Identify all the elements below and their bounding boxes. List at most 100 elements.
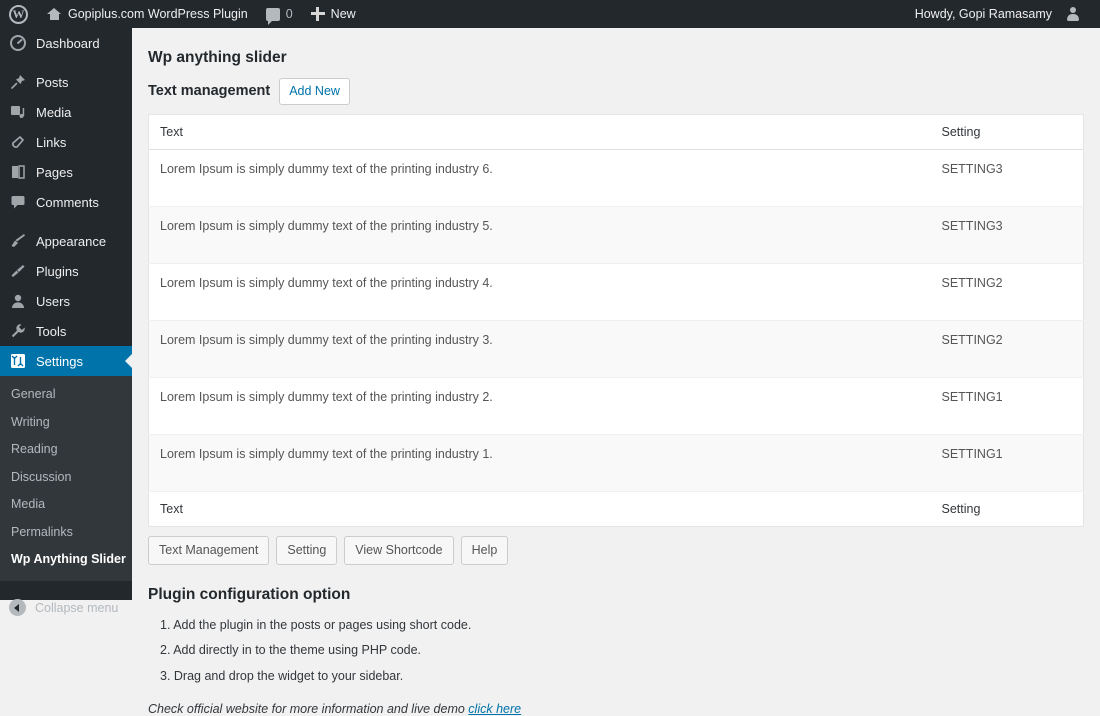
admin-sidebar: Dashboard Posts Media Links Pages Commen… [0,28,133,616]
pages-icon [9,163,27,181]
config-option-item: 3. Drag and drop the widget to your side… [160,668,404,683]
config-section-title: Plugin configuration option [148,585,351,603]
howdy-label: Howdy, Gopi Ramasamy [914,7,1052,21]
sidebar-item-label: Plugins [36,263,79,279]
new-label: New [330,7,356,21]
main-content: Wp anything slider Text management Add N… [132,28,1100,716]
config-option-item: 1. Add the plugin in the posts or pages … [160,617,472,632]
pin-icon [9,73,27,91]
dashboard-gauge-icon [9,34,27,52]
collapse-arrow-icon [9,599,26,616]
admin-bar: W Gopiplus.com WordPress Plugin 0 New Ho… [0,0,1100,28]
table-row[interactable]: Lorem Ipsum is simply dummy text of the … [148,434,1084,493]
text-management-table: Text Setting Lorem Ipsum is simply dummy… [148,114,1084,528]
view-shortcode-button[interactable]: View Shortcode [344,536,454,565]
site-name-menu[interactable]: Gopiplus.com WordPress Plugin [38,0,257,28]
sidebar-item-label: Links [36,134,67,150]
sidebar-item-plugins[interactable]: Plugins [0,256,132,286]
submenu-item-permalinks[interactable]: Permalinks [0,519,132,547]
click-here-link[interactable]: click here [468,702,521,716]
sidebar-item-appearance[interactable]: Appearance [0,226,132,256]
column-header-setting[interactable]: Setting [928,114,1084,151]
paintbrush-icon [9,232,27,250]
cell-text: Lorem Ipsum is simply dummy text of the … [148,434,929,493]
add-new-button[interactable]: Add New [279,77,350,106]
new-content-menu[interactable]: New [302,0,365,28]
sidebar-item-posts[interactable]: Posts [0,67,132,97]
table-row[interactable]: Lorem Ipsum is simply dummy text of the … [148,377,1084,436]
submenu-item-writing[interactable]: Writing [0,409,132,437]
text-management-button[interactable]: Text Management [148,536,270,565]
submenu-item-reading[interactable]: Reading [0,436,132,464]
settings-sliders-icon [9,352,27,370]
comments-count: 0 [285,7,293,21]
sidebar-item-label: Dashboard [36,35,100,51]
help-button[interactable]: Help [460,536,509,565]
submenu-item-wp-anything-slider[interactable]: Wp Anything Slider [0,546,132,574]
table-row[interactable]: Lorem Ipsum is simply dummy text of the … [148,206,1084,265]
cell-setting: SETTING3 [928,149,1084,208]
sidebar-item-label: Settings [36,353,83,369]
table-foot: Text Setting [148,491,1084,527]
table-head: Text Setting [148,114,1084,151]
sidebar-item-label: Appearance [36,233,107,249]
config-option-list: 1. Add the plugin in the posts or pages … [148,613,1084,689]
submenu-item-general[interactable]: General [0,381,132,409]
sidebar-item-label: Media [36,104,72,120]
site-name-label: Gopiplus.com WordPress Plugin [68,7,248,21]
sidebar-item-settings[interactable]: Settings [0,346,133,376]
sidebar-item-label: Pages [36,164,73,180]
comment-bubble-icon [265,7,280,25]
comments-bubble-button[interactable]: 0 [257,0,302,28]
config-option-item: 2. Add directly in to the theme using PH… [160,643,422,658]
media-icon [9,103,27,121]
cell-text: Lorem Ipsum is simply dummy text of the … [148,377,929,436]
plug-icon [9,262,27,280]
config-note: Check official website for more informat… [148,689,1084,716]
submenu-item-media[interactable]: Media [0,491,132,519]
link-chain-icon [9,133,27,151]
cell-text: Lorem Ipsum is simply dummy text of the … [148,149,929,208]
table-row[interactable]: Lorem Ipsum is simply dummy text of the … [148,149,1084,208]
action-button-row: Text Management Setting View Shortcode H… [148,527,1084,565]
sidebar-item-comments[interactable]: Comments [0,187,132,217]
account-menu[interactable]: Howdy, Gopi Ramasamy [906,0,1090,28]
cell-text: Lorem Ipsum is simply dummy text of the … [148,206,929,265]
cell-setting: SETTING1 [928,377,1084,436]
settings-submenu: General Writing Reading Discussion Media… [0,376,132,581]
cell-setting: SETTING2 [928,320,1084,379]
sidebar-item-pages[interactable]: Pages [0,157,132,187]
subtitle-row: Text management Add New [148,73,1084,115]
table-row[interactable]: Lorem Ipsum is simply dummy text of the … [148,320,1084,379]
sidebar-item-tools[interactable]: Tools [0,316,132,346]
wordpress-logo-icon: W [9,4,28,24]
column-footer-text[interactable]: Text [148,491,929,527]
collapse-menu-label: Collapse menu [35,600,119,615]
cell-text: Lorem Ipsum is simply dummy text of the … [148,320,929,379]
sidebar-item-label: Users [36,293,70,309]
section-title: Text management [148,83,271,100]
cell-text: Lorem Ipsum is simply dummy text of the … [148,263,929,322]
config-note-text: Check official website for more informat… [148,702,469,716]
cell-setting: SETTING3 [928,206,1084,265]
sidebar-item-label: Tools [36,323,67,339]
sidebar-item-users[interactable]: Users [0,286,132,316]
sidebar-item-label: Posts [36,74,69,90]
home-icon [47,7,62,21]
page-title: Wp anything slider [148,49,287,66]
column-header-text[interactable]: Text [148,114,929,151]
table-row[interactable]: Lorem Ipsum is simply dummy text of the … [148,263,1084,322]
collapse-menu-button[interactable]: Collapse menu [0,593,132,623]
column-footer-setting[interactable]: Setting [928,491,1084,527]
user-icon [9,292,27,310]
sidebar-item-media[interactable]: Media [0,97,132,127]
submenu-item-discussion[interactable]: Discussion [0,464,132,492]
sidebar-item-label: Comments [36,194,99,210]
table-footer-row: Text Setting [148,491,1084,527]
sidebar-item-links[interactable]: Links [0,127,132,157]
sidebar-item-dashboard[interactable]: Dashboard [0,28,132,58]
table-body: Lorem Ipsum is simply dummy text of the … [148,149,1084,493]
table-header-row: Text Setting [148,114,1084,151]
wordpress-logo-button[interactable]: W [0,0,38,28]
setting-button[interactable]: Setting [276,536,338,565]
